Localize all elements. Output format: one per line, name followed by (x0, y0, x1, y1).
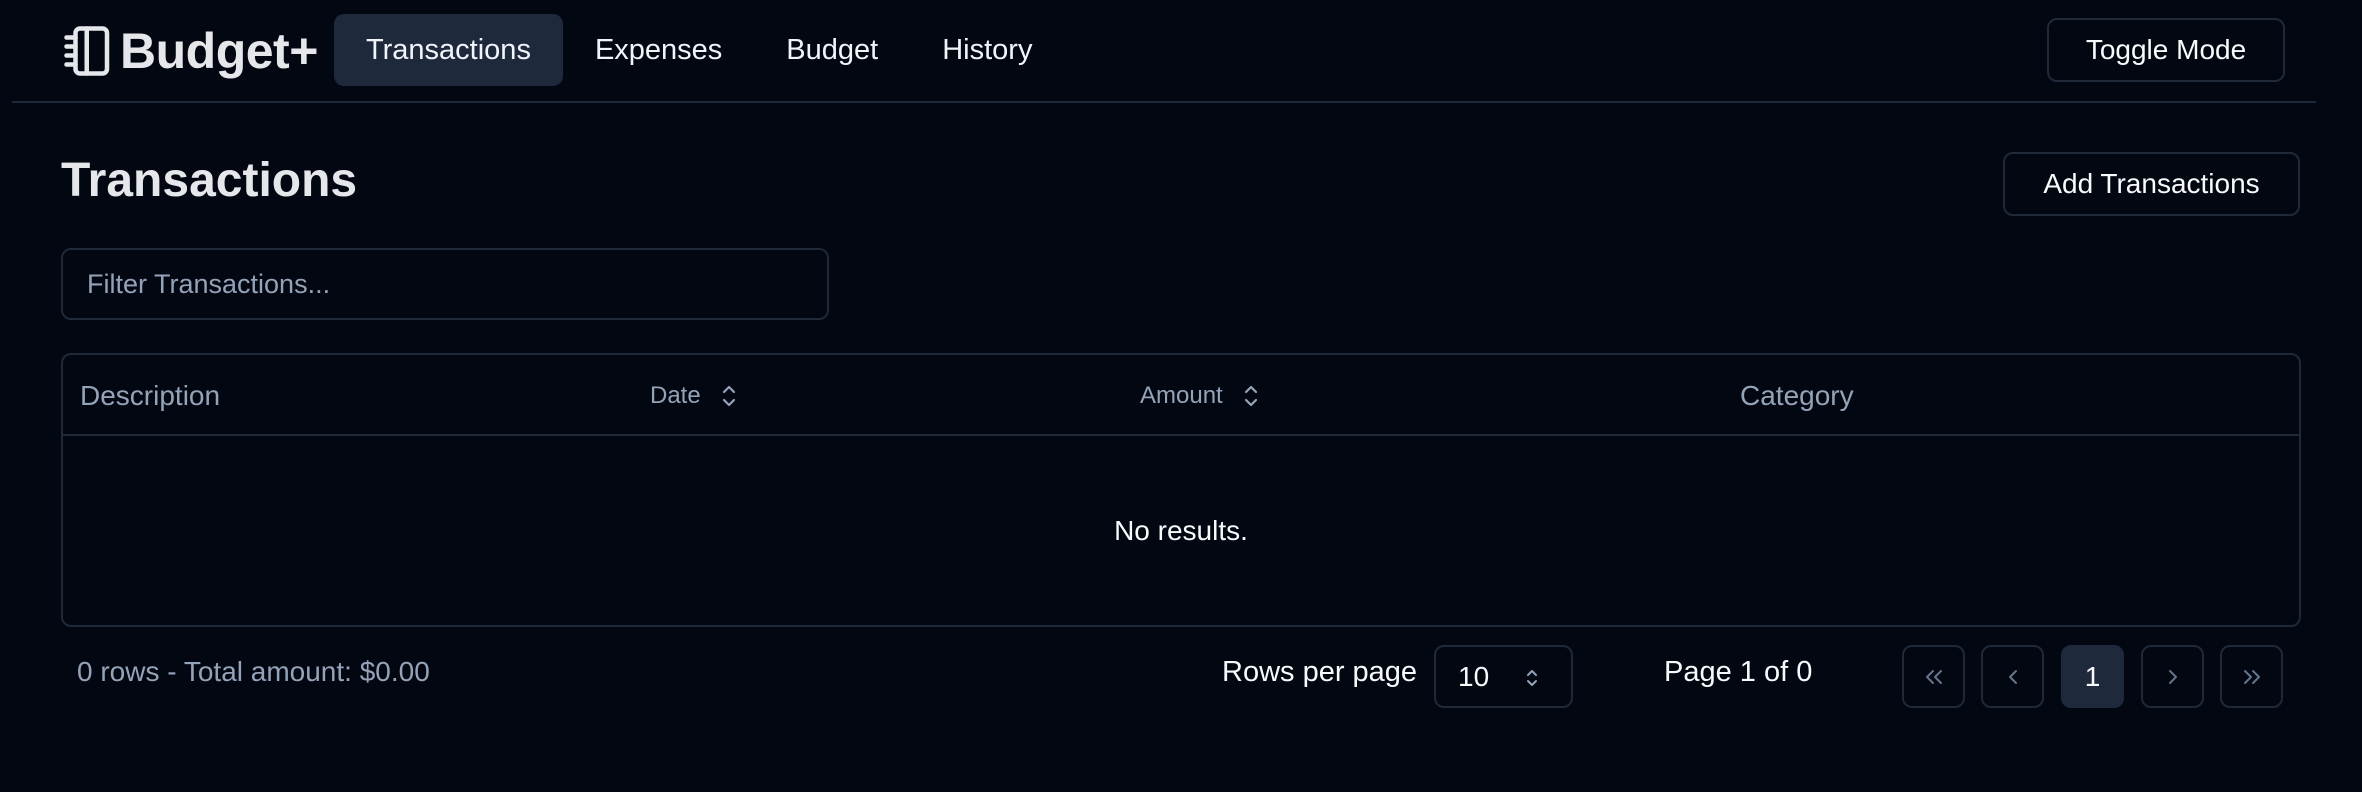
current-page-button[interactable]: 1 (2061, 645, 2124, 708)
notebook-icon (62, 24, 116, 78)
rows-per-page-value: 10 (1458, 660, 1490, 692)
double-chevron-right-icon (2237, 662, 2267, 692)
double-chevron-left-icon (1919, 662, 1949, 692)
page: Budget+ Transactions Expenses Budget His… (0, 0, 2362, 792)
previous-page-button[interactable] (1981, 645, 2044, 708)
page-indicator: Page 1 of 0 (1664, 656, 1813, 688)
nav-tab-history[interactable]: History (910, 14, 1064, 86)
chevron-right-icon (2158, 662, 2188, 692)
nav-tab-expenses[interactable]: Expenses (563, 14, 754, 86)
last-page-button[interactable] (2220, 645, 2283, 708)
nav-tab-budget[interactable]: Budget (754, 14, 910, 86)
next-page-button[interactable] (2141, 645, 2204, 708)
rows-per-page-select[interactable]: 10 (1434, 645, 1573, 708)
column-label: Description (80, 379, 221, 411)
column-header-amount[interactable]: Amount (1140, 355, 1261, 436)
column-label: Date (650, 381, 701, 409)
column-label: Amount (1140, 381, 1223, 409)
add-transactions-button[interactable]: Add Transactions (2003, 152, 2300, 216)
sort-icon (1241, 383, 1261, 409)
sort-icon (719, 383, 739, 409)
page-title: Transactions (61, 154, 358, 207)
chevron-left-icon (1998, 662, 2028, 692)
filter-transactions-input[interactable] (61, 248, 829, 320)
top-nav-bar: Budget+ Transactions Expenses Budget His… (12, 0, 2316, 103)
app-name: Budget+ (120, 23, 318, 79)
empty-state-message: No results. (1114, 515, 1248, 546)
column-header-date[interactable]: Date (650, 355, 739, 436)
column-label: Category (1740, 379, 1854, 411)
first-page-button[interactable] (1902, 645, 1965, 708)
app-logo[interactable]: Budget+ (62, 23, 318, 79)
rows-per-page-label: Rows per page (1222, 656, 1418, 688)
nav-tab-transactions[interactable]: Transactions (334, 14, 563, 86)
rows-summary: 0 rows - Total amount: $0.00 (77, 656, 430, 687)
transactions-table: Description Date Amount Category No resu… (61, 353, 2301, 627)
column-header-description: Description (80, 355, 220, 436)
main-nav: Transactions Expenses Budget History (334, 14, 1064, 86)
toggle-mode-button[interactable]: Toggle Mode (2047, 18, 2285, 82)
column-header-category: Category (1740, 355, 1854, 436)
table-header-row: Description Date Amount Category (63, 355, 2299, 436)
chevron-up-down-icon (1523, 665, 1541, 689)
